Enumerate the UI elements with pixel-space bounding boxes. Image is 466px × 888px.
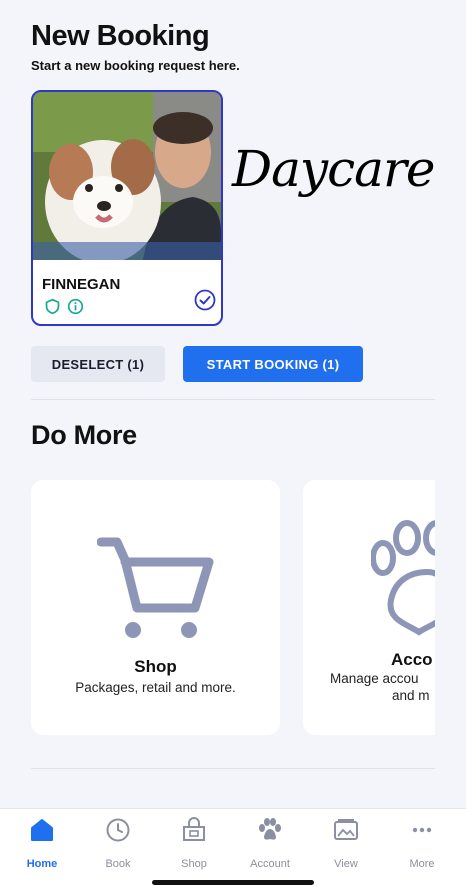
- tab-book-label: Book: [105, 858, 131, 870]
- account-tile-description: Manage accou: [330, 671, 419, 686]
- account-tile-description-2: and m: [392, 688, 430, 703]
- shop-tile-title: Shop: [134, 657, 177, 676]
- account-tile[interactable]: Acco Manage accou and m: [303, 480, 435, 735]
- tab-view-label: View: [334, 858, 358, 870]
- tab-shop[interactable]: Shop: [163, 817, 225, 871]
- clock-icon: [105, 817, 131, 848]
- shop-bag-icon: [180, 817, 208, 848]
- shop-tile-description: Packages, retail and more.: [75, 680, 236, 695]
- tab-more-label: More: [409, 858, 435, 870]
- pet-card-finnegan[interactable]: FINNEGAN: [31, 90, 223, 326]
- home-icon: [29, 817, 55, 848]
- paw-icon: [370, 520, 435, 645]
- account-tile-title: Acco: [391, 650, 433, 669]
- deselect-button[interactable]: DESELECT (1): [31, 346, 165, 382]
- tab-more[interactable]: More: [391, 817, 453, 871]
- page-subtitle: Start a new booking request here.: [31, 58, 240, 73]
- paw-icon: [257, 817, 283, 848]
- page-title: New Booking: [31, 20, 210, 52]
- daycare-overlay-label: Daycare: [232, 140, 435, 198]
- divider: [31, 399, 435, 400]
- pet-name: FINNEGAN: [42, 276, 121, 293]
- tab-home[interactable]: Home: [11, 817, 73, 871]
- gallery-icon: [332, 817, 360, 848]
- selected-check-icon: [194, 289, 216, 316]
- tab-book[interactable]: Book: [87, 817, 149, 871]
- cart-icon: [96, 534, 215, 643]
- shield-icon: [44, 298, 61, 320]
- info-icon[interactable]: [67, 298, 84, 320]
- shop-tile[interactable]: Shop Packages, retail and more.: [31, 480, 280, 735]
- tab-account-label: Account: [250, 858, 290, 870]
- tab-shop-label: Shop: [181, 858, 207, 870]
- section-title-do-more: Do More: [31, 420, 137, 450]
- tab-bar: Home Book Shop Account View More: [0, 808, 466, 888]
- pet-photo: [33, 92, 221, 260]
- home-indicator: [152, 880, 314, 885]
- start-booking-button[interactable]: START BOOKING (1): [183, 346, 363, 382]
- tab-home-label: Home: [26, 858, 58, 870]
- divider: [31, 768, 435, 769]
- tab-account[interactable]: Account: [239, 817, 301, 871]
- ellipsis-icon: [409, 817, 435, 848]
- tab-view[interactable]: View: [315, 817, 377, 871]
